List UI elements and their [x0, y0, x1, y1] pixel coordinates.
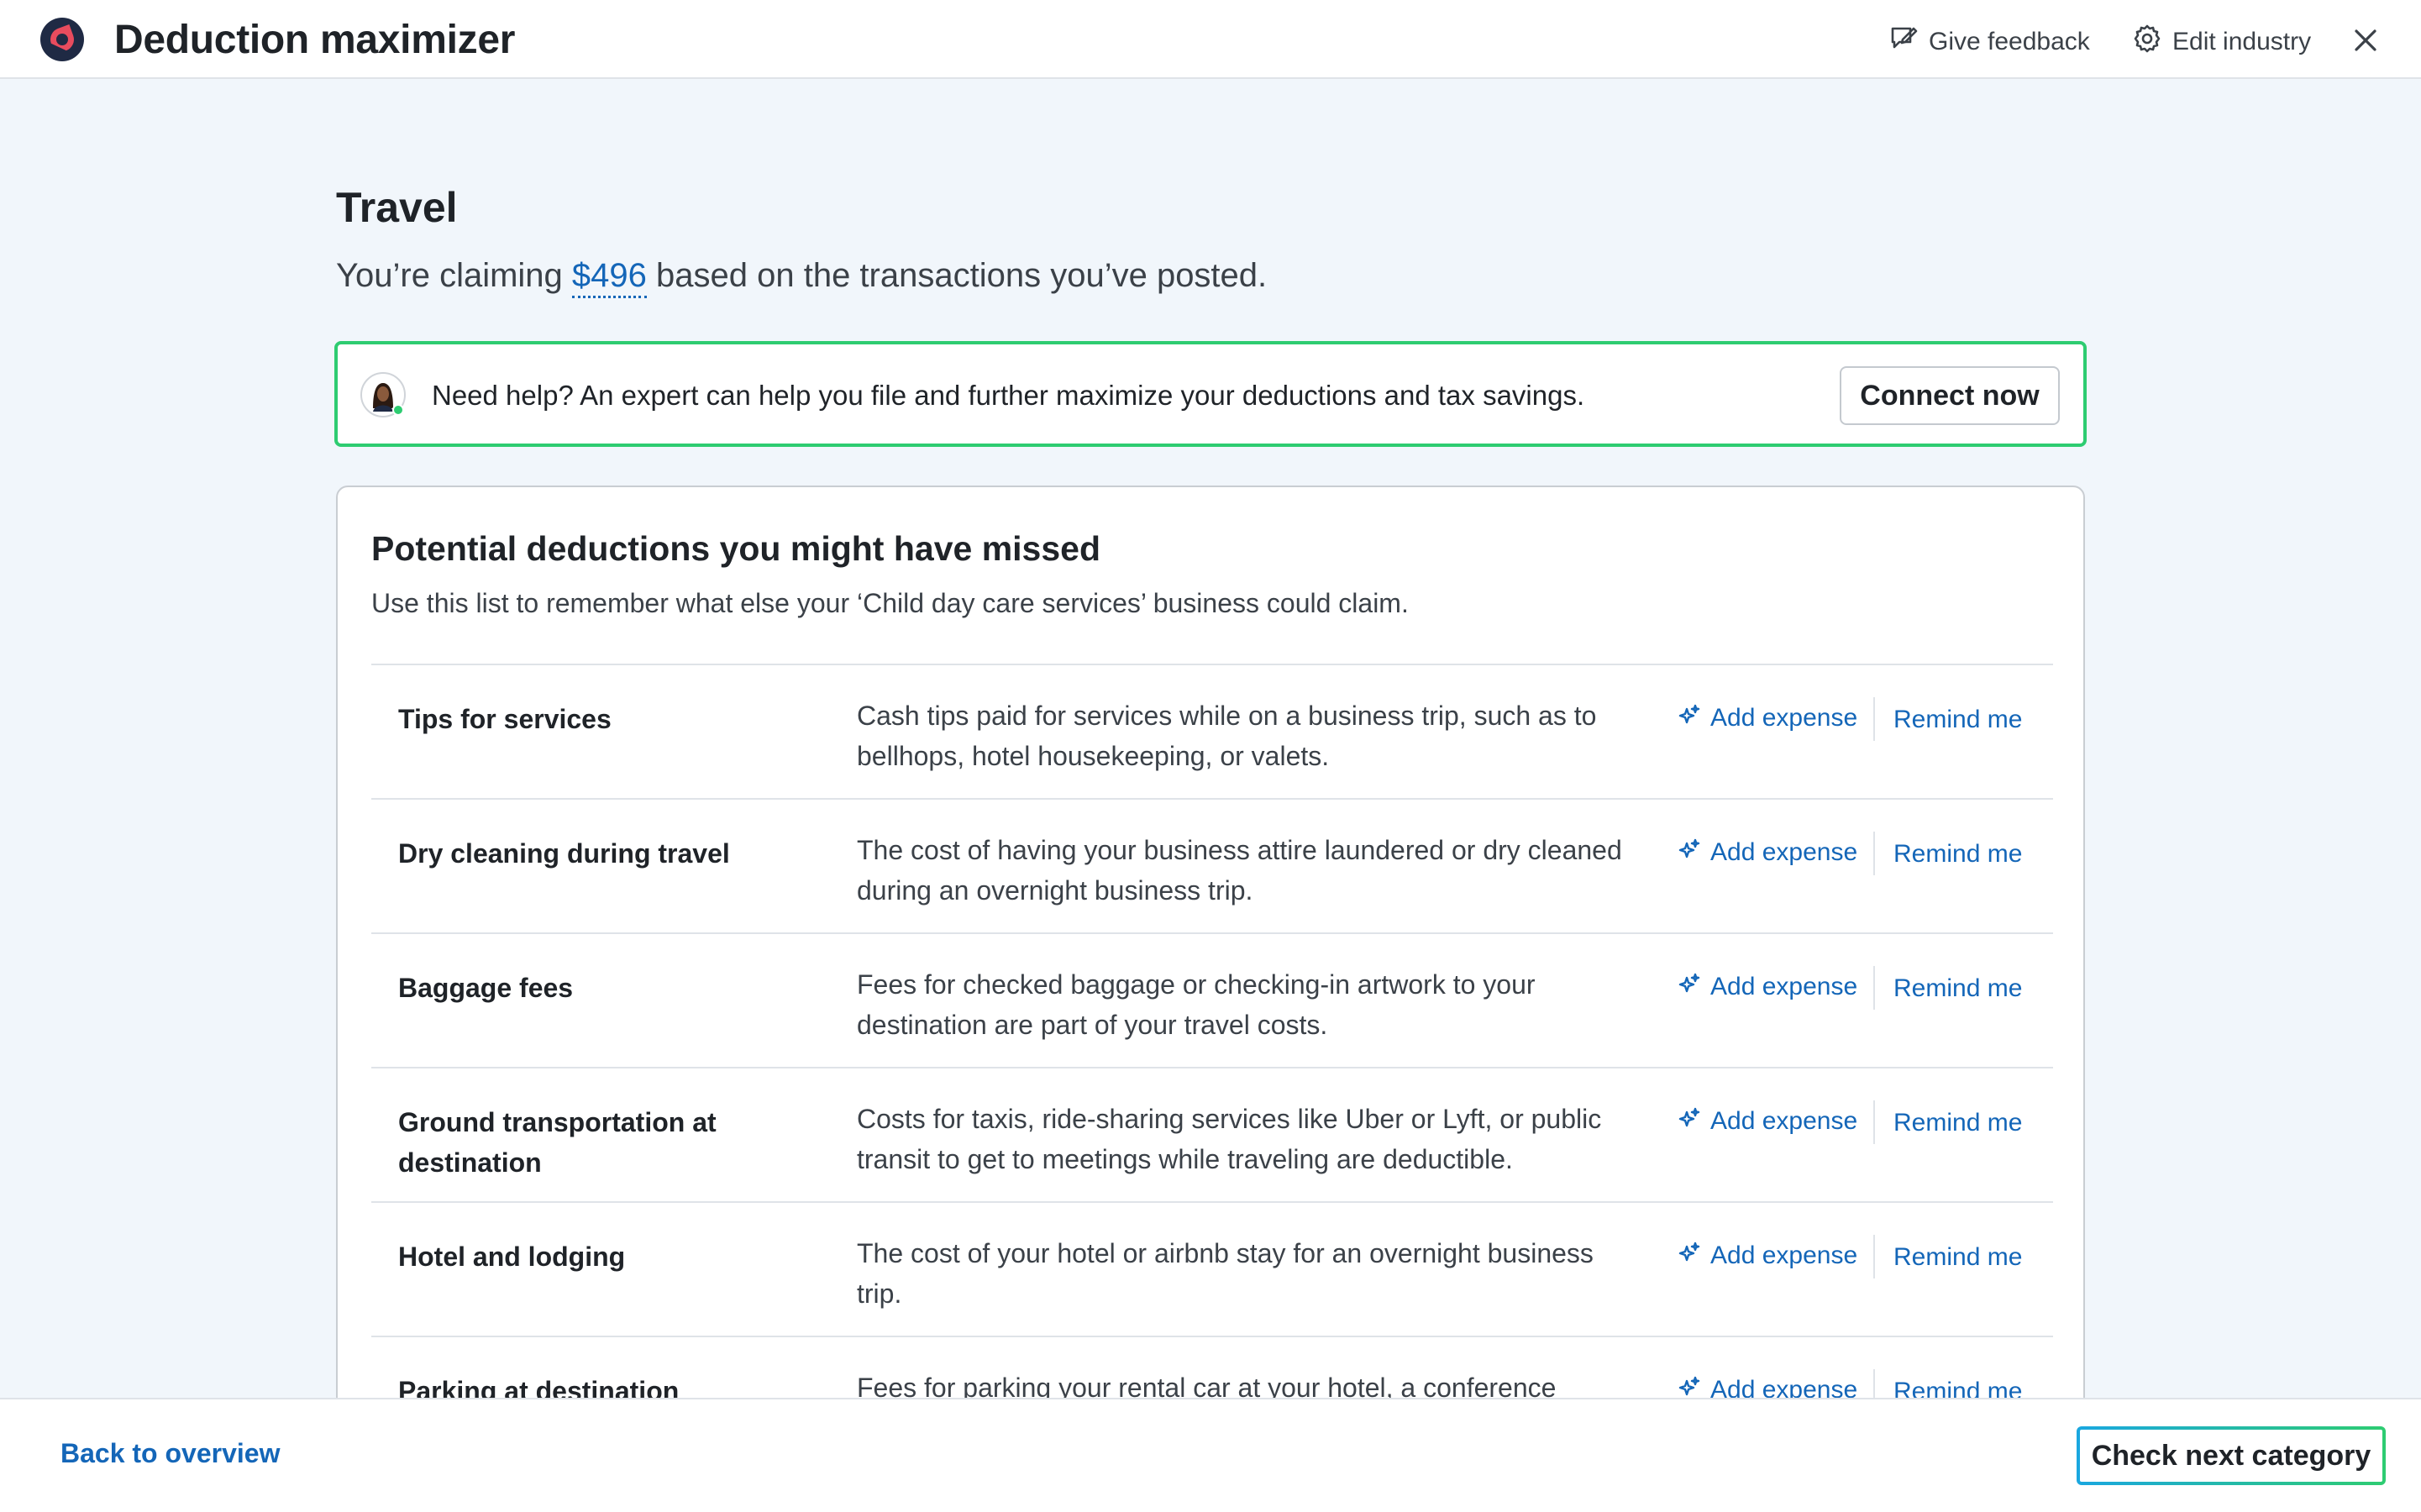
- action-divider: [1873, 697, 1875, 741]
- app-header: Deduction maximizer Give feedback Edit i…: [0, 0, 2421, 79]
- list-item: Dry cleaning during travel The cost of h…: [371, 800, 2053, 934]
- help-text: Need help? An expert can help you file a…: [432, 380, 1585, 411]
- add-expense-button[interactable]: Add expense: [1677, 1240, 1857, 1272]
- remind-me-button[interactable]: Remind me: [1893, 840, 2022, 869]
- sparkle-icon: [1677, 702, 1702, 734]
- action-divider: [1873, 1235, 1875, 1278]
- sparkle-icon: [1677, 837, 1702, 869]
- close-icon[interactable]: [2349, 24, 2382, 57]
- app-title: Deduction maximizer: [114, 18, 516, 62]
- card-subtitle: Use this list to remember what else your…: [371, 588, 1409, 618]
- add-expense-button[interactable]: Add expense: [1677, 971, 1857, 1003]
- deduction-description: Fees for checked baggage or checking-in …: [857, 969, 1536, 1040]
- add-expense-label: Add expense: [1710, 704, 1858, 732]
- claim-summary: You’re claiming $496 based on the transa…: [336, 257, 1268, 298]
- expert-help-banner: Need help? An expert can help you file a…: [334, 341, 2087, 447]
- remind-me-button[interactable]: Remind me: [1893, 1109, 2022, 1137]
- deduction-description: The cost of having your business attire …: [857, 835, 1622, 906]
- remind-me-button[interactable]: Remind me: [1893, 974, 2022, 1003]
- list-item: Baggage fees Fees for checked baggage or…: [371, 934, 2053, 1068]
- check-next-category-button[interactable]: Check next category: [2077, 1426, 2386, 1485]
- list-item: Ground transportation at destination Cos…: [371, 1068, 2053, 1203]
- sparkle-icon: [1677, 1240, 1702, 1272]
- deduction-description: Costs for taxis, ride-sharing services l…: [857, 1104, 1602, 1174]
- add-expense-label: Add expense: [1710, 973, 1858, 1000]
- remind-me-button[interactable]: Remind me: [1893, 706, 2022, 734]
- brand-logo-icon: [40, 18, 84, 61]
- action-divider: [1873, 1100, 1875, 1144]
- expert-avatar: [360, 371, 407, 418]
- deduction-name: Baggage fees: [398, 973, 574, 1003]
- summary-text-after: based on the transactions you’ve posted.: [646, 257, 1268, 294]
- give-feedback-label: Give feedback: [1929, 28, 2090, 55]
- action-divider: [1873, 832, 1875, 875]
- edit-industry-label: Edit industry: [2172, 28, 2312, 55]
- list-item: Tips for services Cash tips paid for ser…: [371, 665, 2053, 800]
- deduction-name: Tips for services: [398, 704, 612, 734]
- give-feedback-link[interactable]: Give feedback: [1888, 24, 2090, 60]
- card-title: Potential deductions you might have miss…: [371, 529, 1100, 568]
- list-item: Hotel and lodging The cost of your hotel…: [371, 1203, 2053, 1337]
- summary-text-before: You’re claiming: [336, 257, 572, 294]
- page-footer: Back to overview Check next category: [0, 1398, 2421, 1512]
- action-divider: [1873, 966, 1875, 1010]
- sparkle-icon: [1677, 971, 1702, 1003]
- claimed-amount-link[interactable]: $496: [571, 257, 647, 298]
- sparkle-icon: [1677, 1105, 1702, 1137]
- add-expense-button[interactable]: Add expense: [1677, 702, 1857, 734]
- deduction-name: Dry cleaning during travel: [398, 838, 730, 869]
- edit-industry-link[interactable]: Edit industry: [2132, 24, 2311, 60]
- connect-now-button[interactable]: Connect now: [1840, 366, 2060, 425]
- missed-deductions-card: Potential deductions you might have miss…: [336, 486, 2085, 1494]
- back-to-overview-link[interactable]: Back to overview: [60, 1438, 280, 1469]
- add-expense-button[interactable]: Add expense: [1677, 1105, 1857, 1137]
- remind-me-button[interactable]: Remind me: [1893, 1243, 2022, 1272]
- deduction-description: Cash tips paid for services while on a b…: [857, 701, 1597, 771]
- gear-icon: [2132, 24, 2162, 60]
- deduction-name: Hotel and lodging: [398, 1242, 626, 1272]
- add-expense-button[interactable]: Add expense: [1677, 837, 1857, 869]
- add-expense-label: Add expense: [1710, 1107, 1858, 1135]
- add-expense-label: Add expense: [1710, 838, 1858, 866]
- deduction-description: The cost of your hotel or airbnb stay fo…: [857, 1238, 1594, 1309]
- add-expense-label: Add expense: [1710, 1242, 1858, 1269]
- feedback-icon: [1888, 24, 1919, 60]
- section-title: Travel: [336, 184, 458, 231]
- deduction-name: Ground transportation at destination: [398, 1107, 717, 1178]
- deductions-list: Tips for services Cash tips paid for ser…: [371, 664, 2053, 1472]
